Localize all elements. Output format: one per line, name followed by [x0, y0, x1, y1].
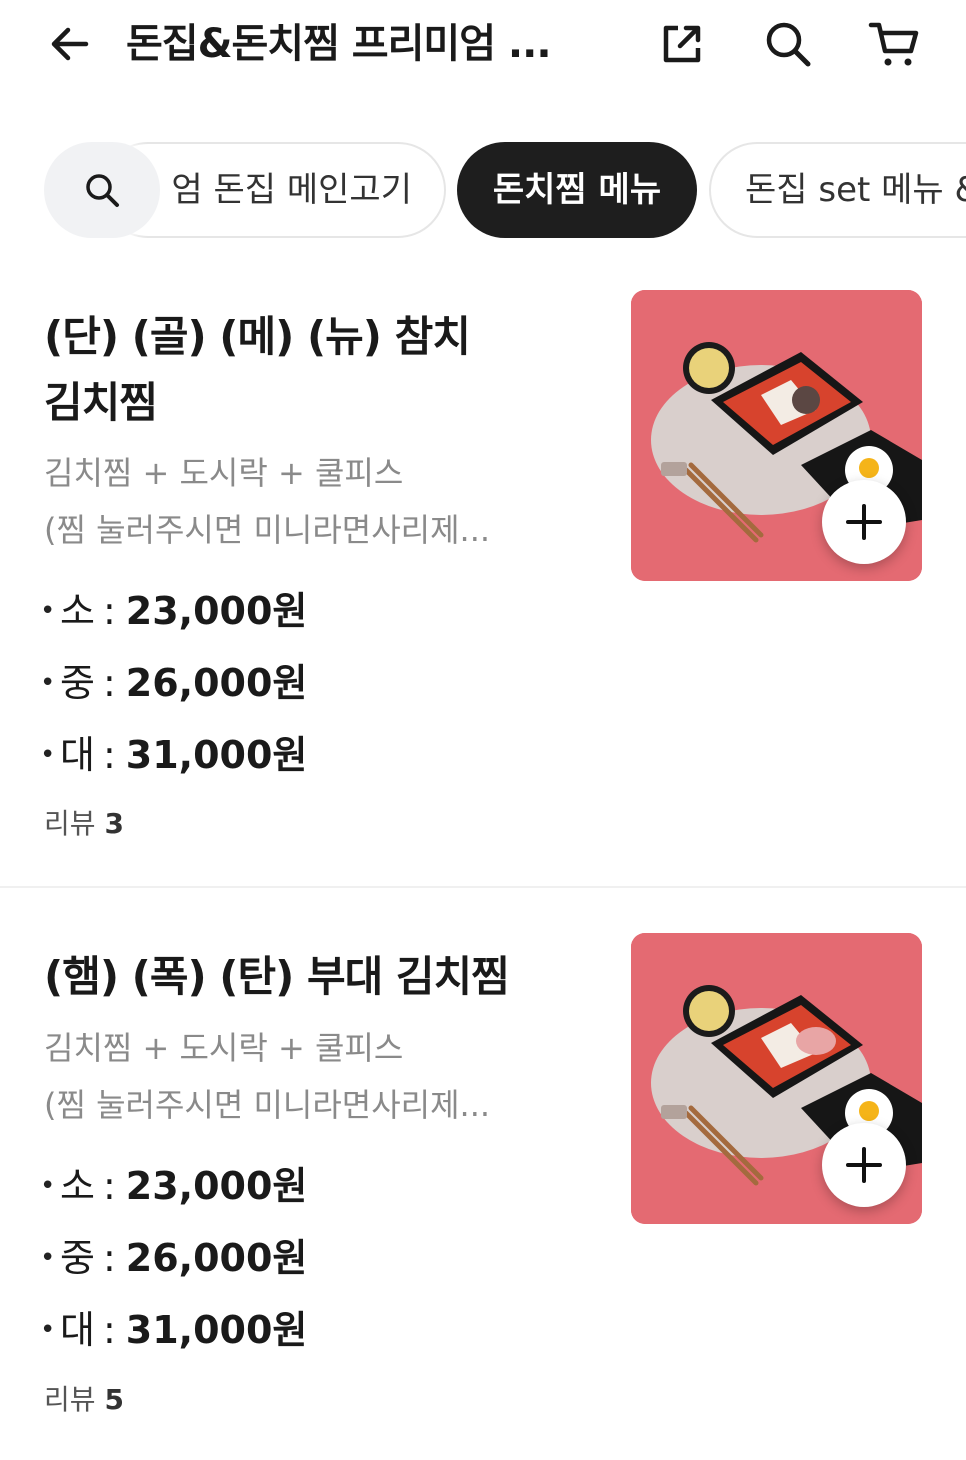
- size-label: 소: [60, 1164, 95, 1208]
- description-line: 김치찜 + 도시락 + 쿨피스: [44, 1029, 404, 1067]
- cart-button[interactable]: [862, 12, 926, 76]
- tab-label: 돈치찜 메뉴: [492, 170, 662, 210]
- search-button[interactable]: [756, 12, 820, 76]
- plus-icon: [846, 504, 882, 540]
- category-tab-bar: 엄 돈집 메인고기 돈치찜 메뉴 돈집 set 메뉴 &: [0, 138, 966, 242]
- cart-icon: [868, 22, 919, 66]
- description-line: (찜 눌러주시면 미니라면사리제...: [44, 1086, 491, 1124]
- size-label: 대: [60, 1308, 95, 1352]
- share-icon: [663, 25, 701, 63]
- bullet: •: [40, 1171, 56, 1201]
- menu-page: 돈집&돈치찜 프리미엄 ... 엄 돈집 메인고기 돈치찜 메뉴 돈집 set …: [0, 0, 966, 1460]
- item-name-line: 김치찜: [44, 378, 158, 427]
- price-row: • 중 : 26,000원: [40, 647, 307, 719]
- separator: :: [102, 589, 116, 633]
- item-name-line: (단) (골) (메) (뉴) 참치: [44, 312, 471, 361]
- search-icon: [766, 22, 811, 67]
- price-row: • 중 : 26,000원: [40, 1222, 307, 1294]
- size-label: 중: [60, 661, 95, 705]
- item-description: 김치찜 + 도시락 + 쿨피스 (찜 눌러주시면 미니라면사리제...: [44, 445, 534, 559]
- add-to-cart-button[interactable]: [822, 1123, 906, 1207]
- review-label: 리뷰: [44, 1383, 96, 1416]
- back-button[interactable]: [40, 14, 100, 74]
- price-value: 26,000원: [125, 1236, 308, 1280]
- item-name: (햄) (폭) (탄) 부대 김치찜: [44, 944, 564, 1010]
- menu-item[interactable]: (햄) (폭) (탄) 부대 김치찜 김치찜 + 도시락 + 쿨피스 (찜 눌러…: [0, 888, 966, 1460]
- add-to-cart-button[interactable]: [822, 480, 906, 564]
- item-name: (단) (골) (메) (뉴) 참치 김치찜: [44, 304, 564, 436]
- bullet: •: [40, 668, 56, 698]
- item-description: 김치찜 + 도시락 + 쿨피스 (찜 눌러주시면 미니라면사리제...: [44, 1020, 534, 1134]
- size-label: 중: [60, 1236, 95, 1280]
- tab-label: 돈집 set 메뉴 &: [745, 170, 966, 210]
- top-app-bar: 돈집&돈치찜 프리미엄 ...: [0, 0, 966, 90]
- price-list: • 소 : 23,000원 • 중 : 26,000원 • 대 : 31,000…: [40, 575, 307, 791]
- review-number: 3: [104, 807, 124, 840]
- price-row: • 소 : 23,000원: [40, 1150, 307, 1222]
- search-icon: [86, 174, 119, 207]
- review-label: 리뷰: [44, 807, 96, 840]
- description-line: 김치찜 + 도시락 + 쿨피스: [44, 454, 404, 492]
- separator: :: [102, 733, 116, 777]
- separator: :: [102, 1308, 116, 1352]
- separator: :: [102, 661, 116, 705]
- review-number: 5: [104, 1383, 124, 1416]
- bullet: •: [40, 740, 56, 770]
- tab-label: 엄 돈집 메인고기: [171, 170, 412, 210]
- separator: :: [102, 1236, 116, 1280]
- size-label: 대: [60, 733, 95, 777]
- back-arrow-icon: [51, 27, 89, 61]
- item-name-line: (햄) (폭) (탄) 부대 김치찜: [44, 952, 510, 1001]
- description-line: (찜 눌러주시면 미니라면사리제...: [44, 511, 491, 549]
- price-value: 31,000원: [125, 733, 308, 777]
- share-button[interactable]: [650, 12, 714, 76]
- price-value: 23,000원: [125, 1164, 308, 1208]
- bullet: •: [40, 1315, 56, 1345]
- separator: :: [102, 1164, 116, 1208]
- price-row: • 대 : 31,000원: [40, 719, 307, 791]
- price-row: • 대 : 31,000원: [40, 1294, 307, 1366]
- price-value: 26,000원: [125, 661, 308, 705]
- review-count[interactable]: 리뷰 3: [44, 802, 124, 842]
- tab-set-menu[interactable]: 돈집 set 메뉴 &: [709, 142, 966, 238]
- price-row: • 소 : 23,000원: [40, 575, 307, 647]
- price-value: 23,000원: [125, 589, 308, 633]
- store-title: 돈집&돈치찜 프리미엄 ...: [126, 21, 552, 67]
- menu-item[interactable]: (단) (골) (메) (뉴) 참치 김치찜 김치찜 + 도시락 + 쿨피스 (…: [0, 290, 966, 886]
- menu-search-button[interactable]: [44, 142, 160, 238]
- review-count[interactable]: 리뷰 5: [44, 1378, 124, 1418]
- bullet: •: [40, 1243, 56, 1273]
- price-list: • 소 : 23,000원 • 중 : 26,000원 • 대 : 31,000…: [40, 1150, 307, 1366]
- bullet: •: [40, 596, 56, 626]
- price-value: 31,000원: [125, 1308, 308, 1352]
- size-label: 소: [60, 589, 95, 633]
- tab-donchijjim-menu[interactable]: 돈치찜 메뉴: [457, 142, 697, 238]
- plus-icon: [846, 1147, 882, 1183]
